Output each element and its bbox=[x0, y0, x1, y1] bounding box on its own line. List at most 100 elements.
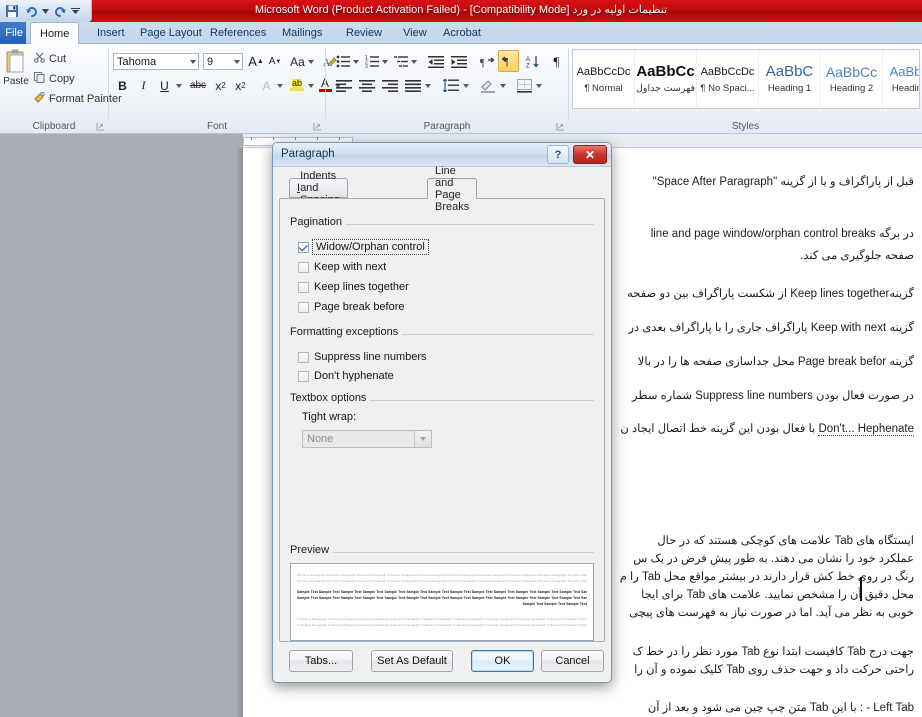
checkbox-page-break-before[interactable]: Page break before bbox=[298, 301, 405, 313]
tight-wrap-label: Tight wrap: bbox=[302, 411, 357, 423]
dialog-title: Paragraph bbox=[281, 148, 335, 160]
underline-button[interactable]: U bbox=[155, 76, 174, 95]
tab-mailings[interactable]: Mailings bbox=[273, 22, 331, 44]
align-center-button[interactable] bbox=[357, 76, 377, 95]
bullets-dropdown-icon[interactable] bbox=[351, 52, 360, 71]
doc-line-text: گزینه Page break befor محل جداسازی صفحه … bbox=[637, 356, 914, 368]
doc-line: عملکرد خود را نشان می دهند. به طور پیش ف… bbox=[633, 553, 914, 565]
italic-button[interactable]: I bbox=[134, 76, 153, 95]
close-icon[interactable]: ✕ bbox=[573, 145, 607, 164]
checkbox-keep-with-next[interactable]: Keep with next bbox=[298, 261, 386, 273]
checkbox-suppress-line-numbers[interactable]: Suppress line numbers bbox=[298, 351, 427, 363]
text-effects-dropdown-icon[interactable] bbox=[275, 76, 285, 95]
bullets-button[interactable] bbox=[334, 52, 352, 71]
strikethrough-button[interactable]: abc bbox=[187, 76, 209, 95]
subscript-button[interactable]: x2 bbox=[211, 76, 230, 95]
rtl-text-direction-button[interactable]: ¶ bbox=[498, 50, 519, 72]
tabs-button[interactable]: Tabs... bbox=[289, 650, 353, 672]
text-effects-button[interactable]: A bbox=[257, 76, 276, 95]
tab-file[interactable]: File bbox=[0, 22, 26, 44]
font-dialog-launcher[interactable] bbox=[313, 122, 322, 131]
clipboard-dialog-launcher[interactable] bbox=[96, 122, 105, 131]
tab-home[interactable]: Home bbox=[30, 22, 80, 45]
multilevel-list-button[interactable] bbox=[392, 52, 410, 71]
cancel-button[interactable]: Cancel bbox=[541, 650, 604, 672]
numbering-dropdown-icon[interactable] bbox=[380, 52, 389, 71]
style-name: فهرست جداول bbox=[635, 83, 696, 94]
checkbox-dont-hyphenate[interactable]: Don't hyphenate bbox=[298, 370, 394, 382]
style-heading-3[interactable]: AaBbCc Heading 3 bbox=[883, 50, 919, 108]
checkbox-widow-orphan-control[interactable]: Widow/Orphan control bbox=[298, 239, 429, 255]
numbering-button[interactable]: 123 bbox=[363, 52, 381, 71]
window-title-bar: تنظیمات اولیه در ورد [Compatibility Mode… bbox=[0, 0, 922, 22]
doc-line: جهت درج Tab کافیست ابتدا نوع Tab مورد نظ… bbox=[632, 646, 914, 658]
tab-review[interactable]: Review bbox=[337, 22, 391, 44]
style-fehrest-jadaval[interactable]: AaBbCc فهرست جداول bbox=[635, 50, 697, 108]
chevron-down-icon bbox=[190, 59, 196, 64]
help-button[interactable]: ? bbox=[547, 145, 569, 164]
borders-button[interactable] bbox=[514, 76, 534, 95]
cut-button[interactable]: Cut bbox=[34, 52, 66, 66]
font-size-combo[interactable]: 9 bbox=[203, 53, 243, 70]
styles-gallery[interactable]: AaBbCcDc ¶ Normal AaBbCc فهرست جداول AaB… bbox=[572, 49, 920, 109]
line-spacing-dropdown-icon[interactable] bbox=[461, 76, 470, 95]
multilevel-dropdown-icon[interactable] bbox=[409, 52, 418, 71]
style-no-spacing[interactable]: AaBbCcDc ¶ No Spaci... bbox=[697, 50, 759, 108]
justify-dropdown-icon[interactable] bbox=[423, 76, 432, 95]
grow-font-button[interactable]: A ▲ bbox=[247, 52, 265, 71]
text-cursor bbox=[860, 577, 862, 601]
decrease-indent-button[interactable] bbox=[426, 52, 446, 71]
text-highlight-dropdown-icon[interactable] bbox=[306, 76, 315, 95]
textbox-options-legend: Textbox options bbox=[290, 392, 371, 404]
text-highlight-button[interactable]: ab bbox=[287, 74, 307, 95]
paste-button[interactable]: Paste bbox=[2, 48, 30, 118]
sort-button[interactable]: AZ bbox=[524, 52, 543, 71]
justify-button[interactable] bbox=[403, 76, 423, 95]
superscript-button[interactable]: x2 bbox=[231, 76, 250, 95]
tab-page-layout[interactable]: Page Layout bbox=[131, 22, 211, 44]
shading-dropdown-icon[interactable] bbox=[498, 76, 507, 95]
borders-dropdown-icon[interactable] bbox=[534, 76, 543, 95]
font-name-value: Tahoma bbox=[117, 55, 157, 68]
shrink-font-button[interactable]: A ▼ bbox=[266, 52, 284, 71]
align-left-button[interactable] bbox=[334, 76, 354, 95]
align-right-button[interactable] bbox=[380, 76, 400, 95]
line-spacing-button[interactable] bbox=[441, 76, 461, 95]
doc-line: قبل از پاراگراف و یا از گزینه "Space Aft… bbox=[652, 176, 914, 188]
tab-insert[interactable]: Insert bbox=[88, 22, 134, 44]
copy-button[interactable]: Copy bbox=[34, 72, 75, 86]
paragraph-dialog-launcher[interactable] bbox=[556, 122, 565, 131]
style-heading-2[interactable]: AaBbCc Heading 2 bbox=[821, 50, 883, 108]
tab-indents-and-spacing[interactable]: IIndents and Spacing bbox=[289, 170, 348, 206]
ok-button[interactable]: OK bbox=[471, 650, 534, 672]
style-preview: AaBbCcDc bbox=[576, 66, 631, 78]
style-name: ¶ Normal bbox=[584, 83, 623, 94]
show-formatting-marks-button[interactable]: ¶ bbox=[548, 52, 565, 71]
tight-wrap-combo[interactable]: None bbox=[302, 430, 432, 448]
checkbox-label: Don't hyphenate bbox=[314, 370, 394, 382]
tab-references[interactable]: References bbox=[201, 22, 275, 44]
ribbon: Paste Cut Copy Format Painter Clipboard bbox=[0, 44, 922, 134]
style-normal[interactable]: AaBbCcDc ¶ Normal bbox=[573, 50, 635, 108]
style-heading-1[interactable]: AaBbC Heading 1 bbox=[759, 50, 821, 108]
style-name: Heading 2 bbox=[829, 83, 874, 94]
tab-acrobat[interactable]: Acrobat bbox=[434, 22, 490, 44]
increase-indent-button[interactable] bbox=[449, 52, 469, 71]
doc-line: در صورت فعال بودن Suppress line numbers … bbox=[632, 390, 914, 402]
pagination-legend: Pagination bbox=[290, 216, 346, 228]
underline-dropdown-icon[interactable] bbox=[174, 76, 184, 95]
change-case-button[interactable]: Aa bbox=[289, 52, 315, 71]
ltr-text-direction-button[interactable]: ¶ bbox=[478, 52, 497, 71]
checkbox-keep-lines-together[interactable]: Keep lines together bbox=[298, 281, 409, 293]
bold-button[interactable]: B bbox=[113, 76, 132, 95]
doc-line: محل دقیق آن را مشخص نمایید. علامت های Ta… bbox=[641, 589, 914, 601]
shading-button[interactable] bbox=[478, 76, 498, 95]
checkbox-indicator bbox=[298, 301, 309, 313]
format-painter-icon bbox=[34, 92, 45, 106]
font-name-combo[interactable]: Tahoma bbox=[113, 53, 199, 70]
set-as-default-button[interactable]: Set As Default bbox=[371, 650, 453, 672]
ruler-tick bbox=[317, 137, 318, 140]
paragraph-dialog: Paragraph ? ✕ IIndents and Spacing Line … bbox=[272, 142, 612, 683]
tab-view[interactable]: View bbox=[394, 22, 436, 44]
tab-line-and-page-breaks[interactable]: Line and Page Breaks bbox=[427, 165, 478, 213]
